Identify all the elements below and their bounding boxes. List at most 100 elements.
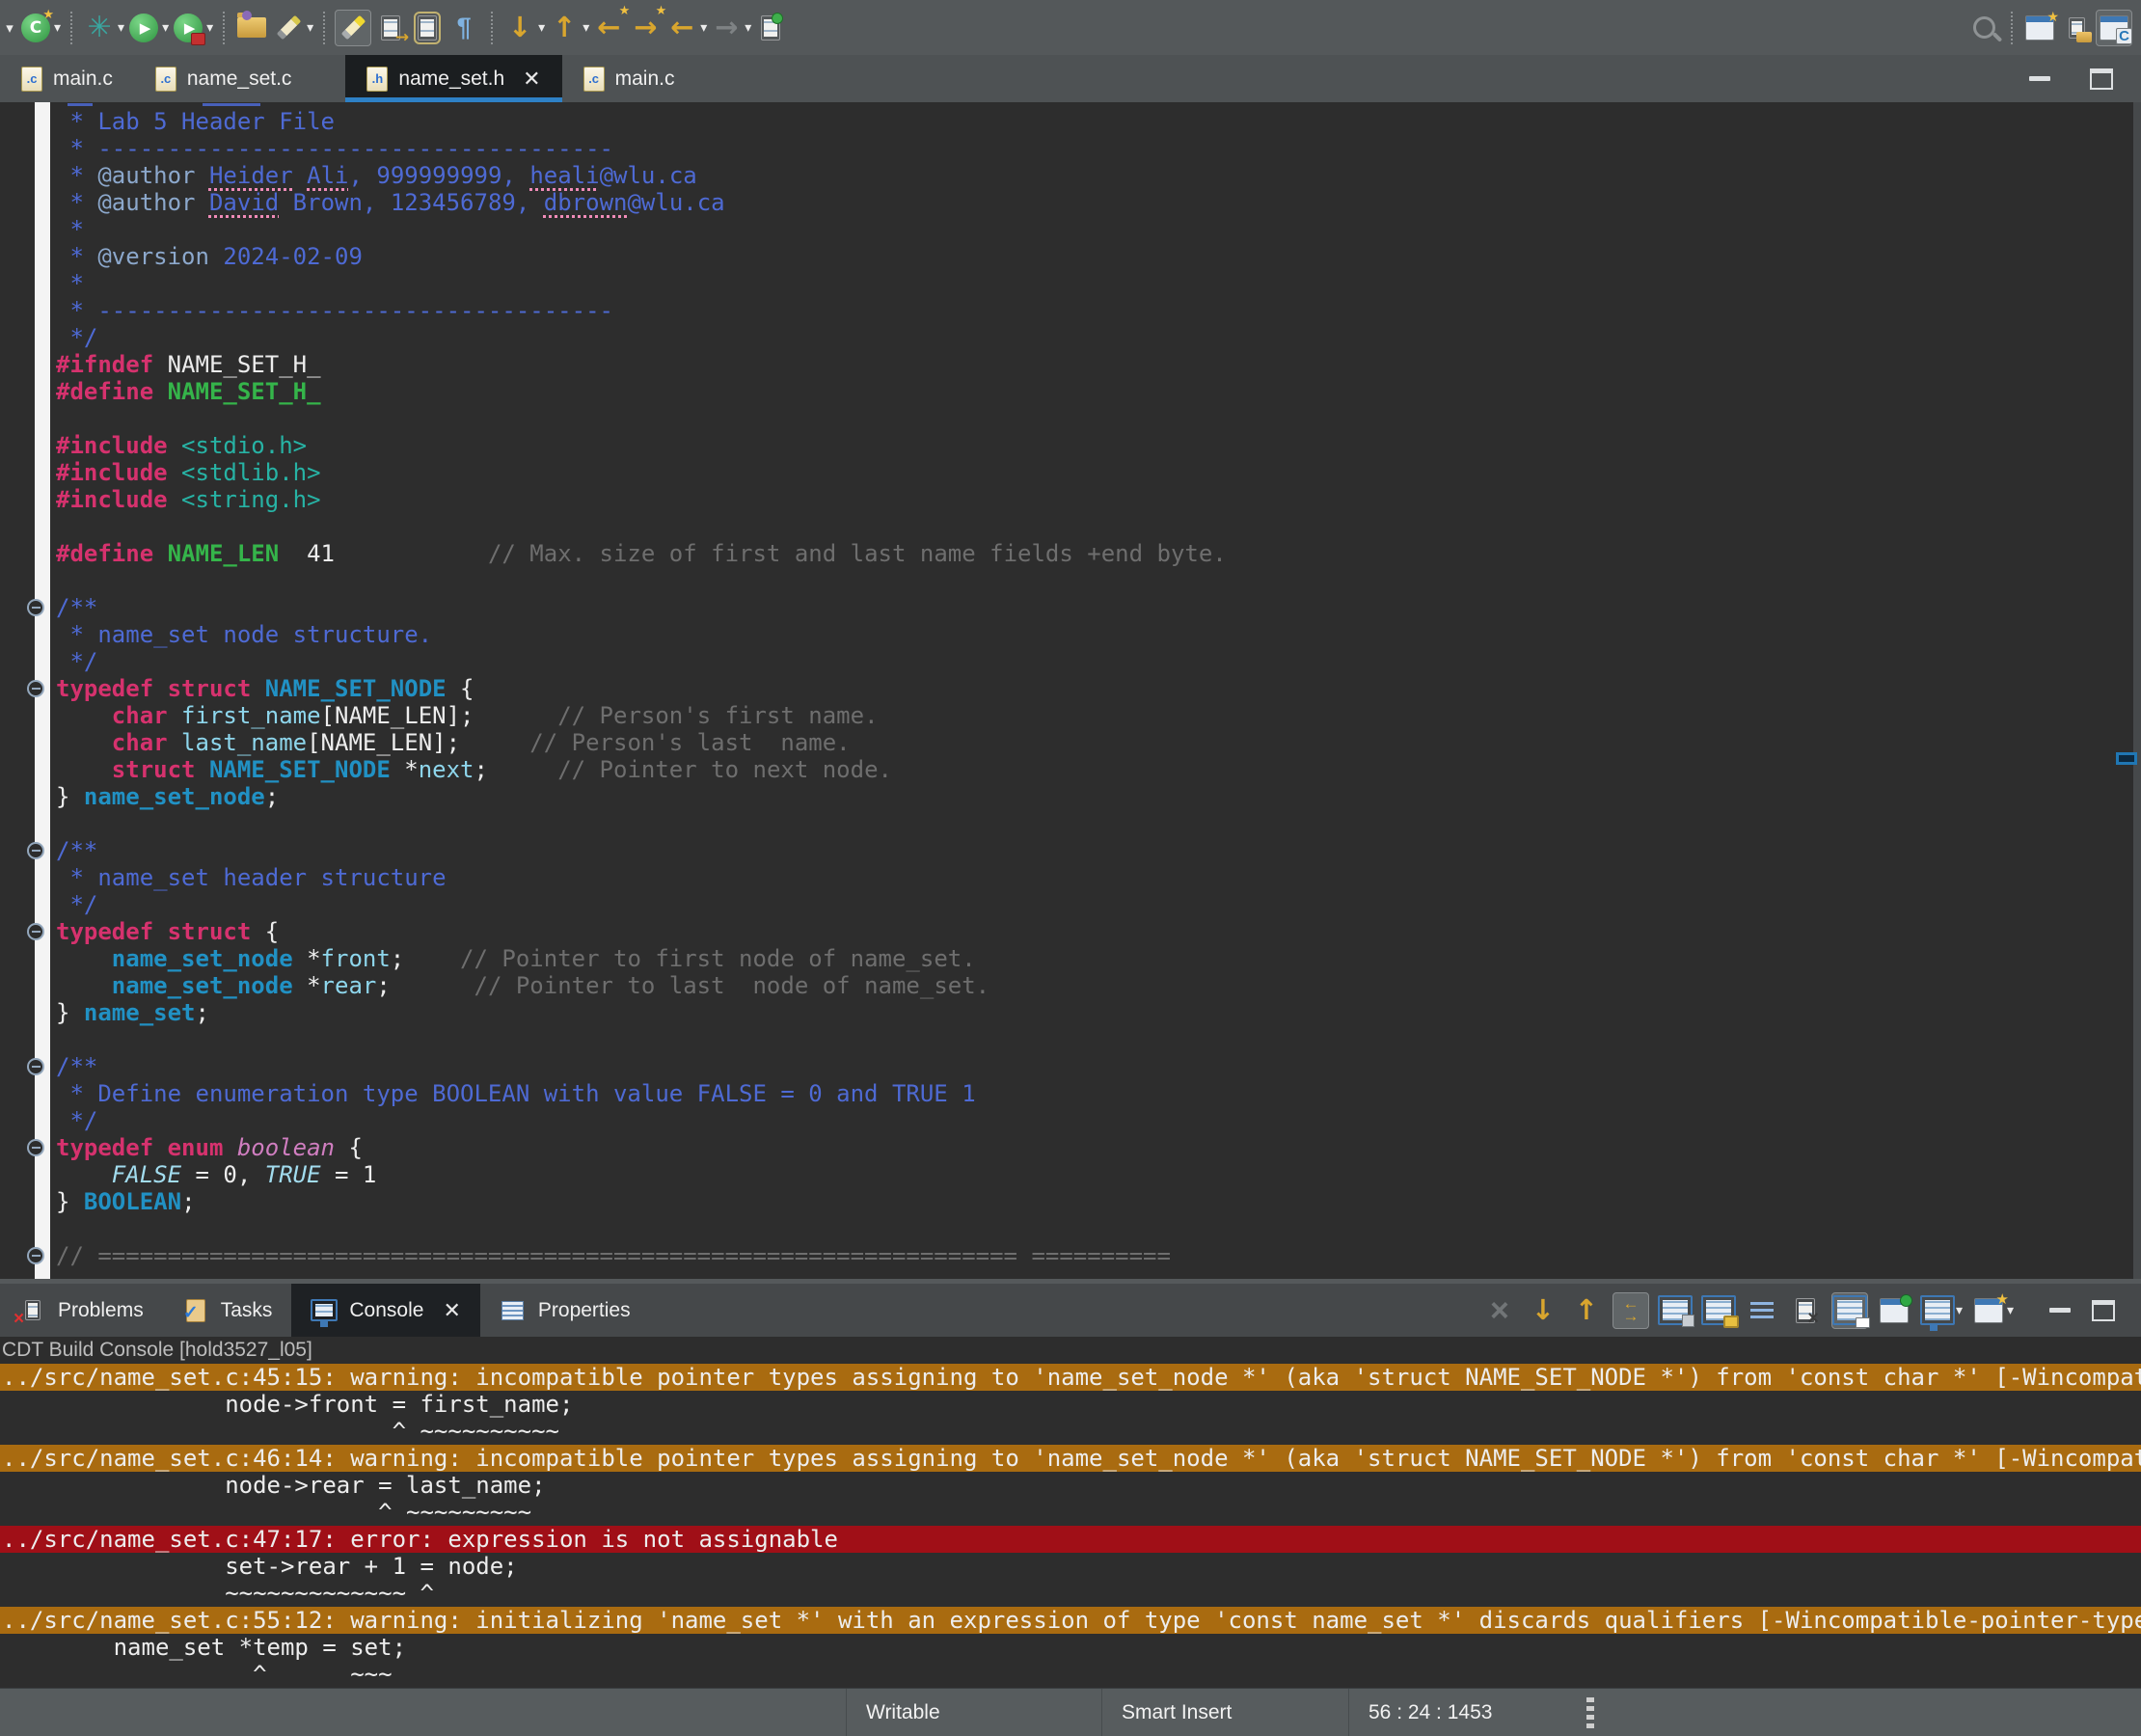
editor-tab-name_set.c[interactable]: .c name_set.c [134, 55, 313, 102]
fold-collapse-icon[interactable] [27, 1058, 44, 1075]
next-annotation-icon[interactable]: ↓ ▾ [502, 11, 545, 45]
c-cpp-perspective-icon[interactable] [2096, 9, 2132, 46]
word-wrap-icon[interactable] [1745, 1293, 1779, 1328]
debug-icon[interactable]: ✳ ▾ [82, 11, 124, 45]
fold-collapse-icon[interactable] [27, 923, 44, 940]
run-icon-dropdown[interactable]: ▾ [162, 19, 169, 36]
pin-console-icon[interactable] [1830, 1291, 1870, 1329]
marker-pen-icon[interactable]: ▾ [271, 11, 313, 45]
word-wrap-icon[interactable] [1745, 1293, 1779, 1328]
open-perspective-icon[interactable] [2022, 9, 2059, 45]
minimize-icon[interactable] [2022, 62, 2057, 96]
editor-tab-name_set.h[interactable]: .h name_set.h ✕ [345, 55, 562, 102]
show-whitespace-icon[interactable] [447, 11, 481, 45]
profile-icon-dropdown[interactable]: ▾ [206, 19, 213, 36]
pin-console-icon[interactable] [1830, 1291, 1870, 1329]
next-annotation-icon[interactable]: ↓ [502, 11, 537, 45]
open-folder-icon[interactable] [234, 11, 269, 45]
link-console-icon[interactable] [1877, 1293, 1912, 1328]
close-tab-icon[interactable]: ✕ [523, 68, 540, 90]
maximize-icon[interactable] [2084, 62, 2119, 96]
back-jump-icon[interactable]: ← [591, 11, 626, 45]
display-selected-console-icon[interactable]: ▾ [1919, 1293, 1963, 1331]
mark-occurrences-toggle-icon[interactable] [335, 9, 372, 46]
next-error-icon[interactable]: ↓ [1526, 1293, 1560, 1328]
fold-collapse-icon[interactable] [27, 842, 44, 859]
panel-tab-Tasks[interactable]: Tasks [163, 1284, 292, 1337]
minimize-panel-icon[interactable] [2043, 1293, 2077, 1328]
open-console-icon[interactable]: ▾ [1971, 1290, 2014, 1328]
previous-annotation-icon[interactable]: ↑ ▾ [547, 11, 589, 45]
panel-tab-Console[interactable]: Console ✕ [291, 1284, 480, 1337]
save-console-icon[interactable] [1657, 1293, 1694, 1328]
fold-collapse-icon[interactable] [27, 599, 44, 616]
display-selected-console-icon[interactable] [1919, 1293, 1955, 1331]
overview-ruler[interactable] [2133, 102, 2141, 1279]
code-editor[interactable]: * Lab 5 Header File * ------------------… [0, 102, 2141, 1279]
previous-error-icon[interactable]: ↑ [1569, 1293, 1604, 1328]
search-icon[interactable] [1966, 11, 2001, 45]
back-jump-icon[interactable]: ← [591, 11, 626, 45]
close-tab-icon[interactable]: ✕ [443, 1299, 460, 1321]
profile-icon[interactable] [171, 11, 206, 45]
previous-error-icon[interactable]: ↑ [1569, 1293, 1604, 1328]
show-error-in-editor-toggle-icon[interactable]: ← → [1612, 1291, 1649, 1329]
panel-tab-Problems[interactable]: Problems [0, 1284, 163, 1337]
console-output[interactable]: ../src/name_set.c:45:15: warning: incomp… [0, 1364, 2141, 1688]
debug-icon[interactable]: ✳ [82, 11, 117, 45]
scroll-lock-icon[interactable] [1700, 1293, 1739, 1328]
profile-icon[interactable]: ▾ [171, 11, 213, 45]
maximize-icon[interactable] [2084, 62, 2119, 96]
editor-tab-main.c[interactable]: .c main.c [562, 55, 696, 102]
last-edit-location-icon[interactable] [753, 11, 788, 45]
editor-tab-main.c[interactable]: .c main.c [0, 55, 134, 102]
marker-pen-icon[interactable] [271, 11, 306, 45]
next-annotation-icon-dropdown[interactable]: ▾ [538, 19, 545, 36]
forward-history-icon-dropdown[interactable]: ▾ [745, 19, 751, 36]
panel-tab-Properties[interactable]: Properties [480, 1284, 650, 1337]
fold-collapse-icon[interactable] [27, 680, 44, 697]
maximize-panel-icon[interactable] [2086, 1293, 2121, 1328]
show-error-in-editor-toggle-icon[interactable]: ← → [1612, 1291, 1649, 1329]
maximize-panel-icon[interactable] [2086, 1293, 2121, 1328]
marker-pen-icon-dropdown[interactable]: ▾ [307, 19, 313, 36]
back-history-icon[interactable]: ← [664, 11, 699, 45]
fold-collapse-icon[interactable] [27, 1139, 44, 1156]
forward-jump-icon[interactable]: → [628, 11, 663, 45]
overflow-chevron-icon[interactable] [3, 11, 16, 45]
open-resource-icon[interactable] [2059, 11, 2094, 45]
display-selected-console-icon-dropdown[interactable]: ▾ [1956, 1302, 1963, 1318]
scroll-lock-icon[interactable] [1700, 1293, 1739, 1328]
clear-console-icon[interactable] [1788, 1293, 1823, 1330]
previous-annotation-icon-dropdown[interactable]: ▾ [583, 19, 589, 36]
next-error-icon[interactable]: ↓ [1526, 1293, 1560, 1328]
previous-annotation-icon[interactable]: ↑ [547, 11, 582, 45]
new-c-project-icon-dropdown[interactable]: ▾ [54, 19, 61, 36]
overview-ruler-marker[interactable] [2116, 752, 2137, 765]
new-c-project-icon[interactable]: ▾ [18, 8, 61, 45]
c-cpp-perspective-icon[interactable] [2096, 9, 2132, 46]
run-icon[interactable] [126, 11, 161, 45]
back-history-icon-dropdown[interactable]: ▾ [700, 19, 707, 36]
back-history-icon[interactable]: ← ▾ [664, 11, 707, 45]
minimize-panel-icon[interactable] [2043, 1293, 2077, 1328]
show-source-icon[interactable] [410, 11, 445, 45]
next-edit-icon[interactable]: → [373, 11, 409, 47]
open-perspective-icon[interactable] [2022, 9, 2059, 45]
show-source-icon[interactable] [410, 11, 445, 45]
show-whitespace-icon[interactable] [447, 11, 481, 45]
fold-collapse-icon[interactable] [27, 1247, 44, 1264]
search-icon[interactable] [1966, 11, 2001, 45]
minimize-icon[interactable] [2022, 62, 2057, 96]
status-bar-drag-handle[interactable] [1586, 1697, 1594, 1730]
debug-icon-dropdown[interactable]: ▾ [118, 19, 124, 36]
mark-occurrences-toggle-icon[interactable] [335, 9, 372, 46]
run-icon[interactable]: ▾ [126, 11, 169, 45]
save-console-icon[interactable] [1657, 1293, 1694, 1328]
open-console-icon[interactable] [1971, 1290, 2009, 1328]
next-edit-icon[interactable]: → [373, 11, 409, 47]
overflow-chevron-icon[interactable] [3, 11, 16, 45]
clear-console-icon[interactable] [1788, 1293, 1823, 1330]
link-console-icon[interactable] [1877, 1293, 1912, 1328]
new-c-project-icon[interactable] [18, 8, 54, 45]
